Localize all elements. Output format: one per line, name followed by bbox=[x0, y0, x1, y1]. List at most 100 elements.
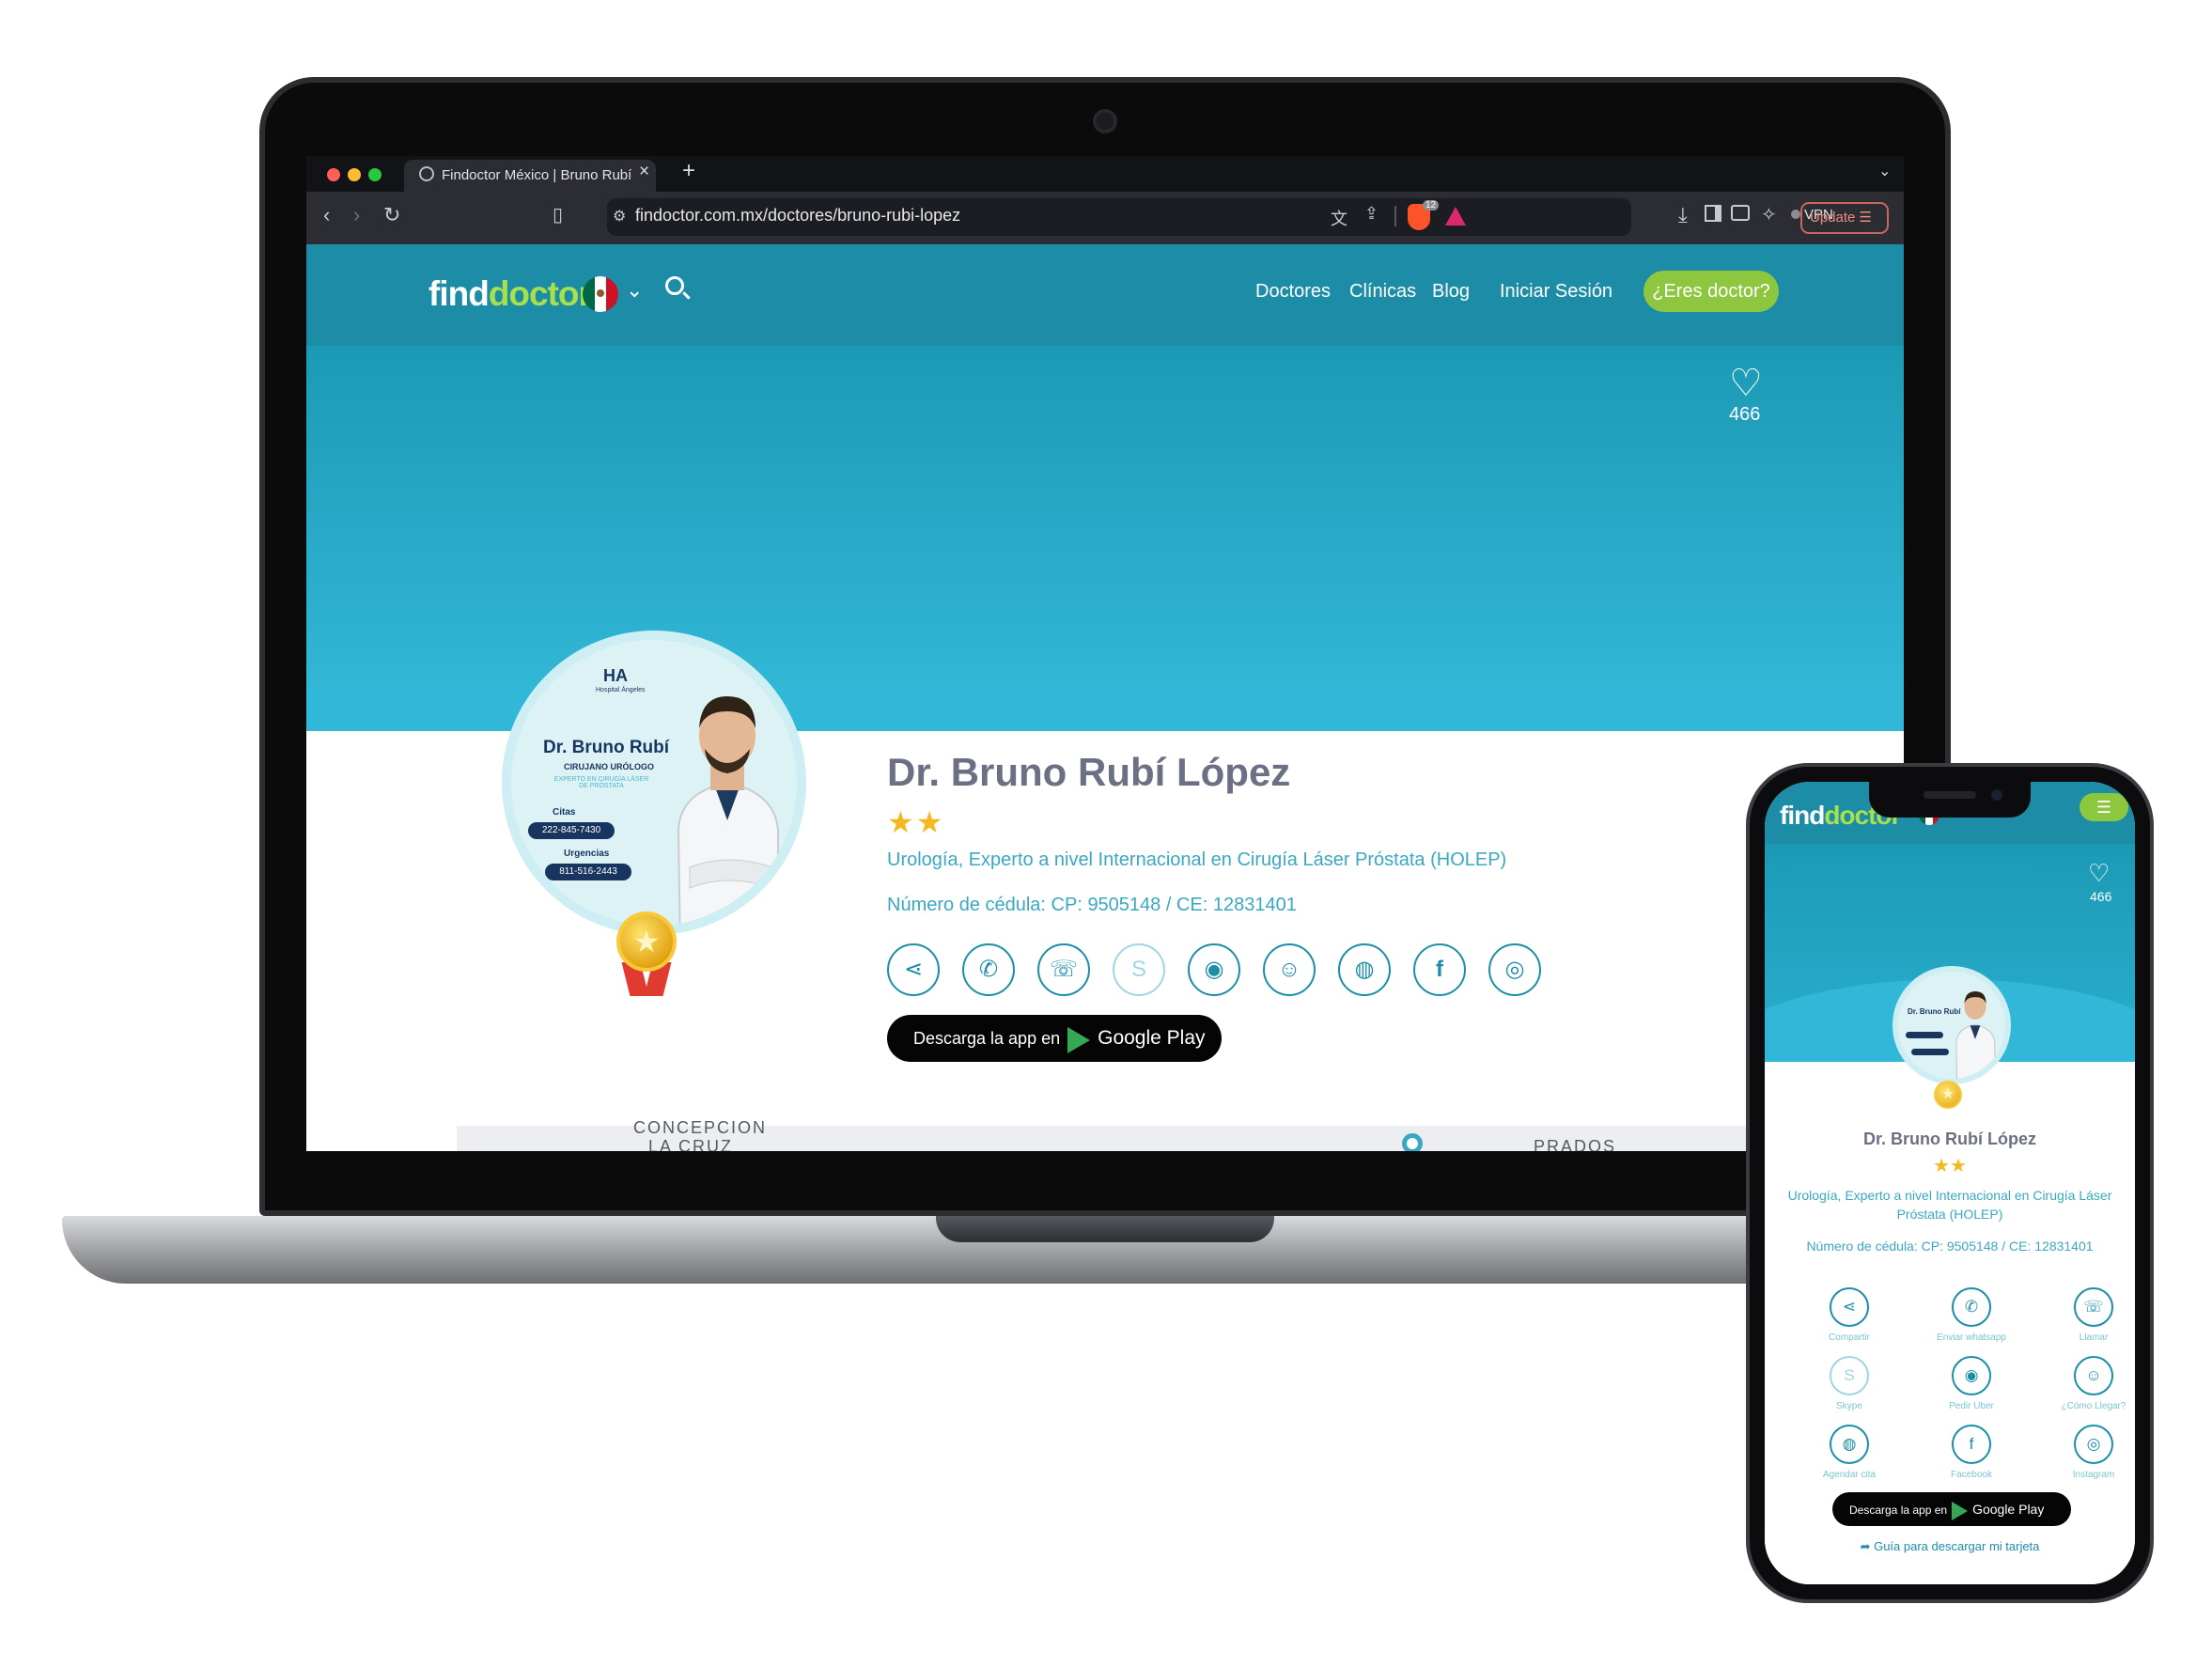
eres-doctor-button[interactable]: ¿Eres doctor? bbox=[1643, 271, 1779, 312]
phone-action-label: Instagram bbox=[2072, 1470, 2115, 1480]
phone-action-label: Compartir bbox=[1829, 1332, 1870, 1343]
shield-badge: 12 bbox=[1423, 200, 1440, 210]
map-pin-icon[interactable] bbox=[1402, 1133, 1423, 1151]
guide-label: Guía para descargar mi tarjeta bbox=[1874, 1539, 2040, 1553]
wallet-icon[interactable] bbox=[1731, 205, 1750, 221]
skype-button[interactable]: S bbox=[1113, 943, 1165, 996]
zoom-window-button[interactable] bbox=[368, 168, 382, 181]
waze-button[interactable]: ☺ bbox=[1263, 943, 1316, 996]
card-citas-phone: 222-845-7430 bbox=[528, 822, 615, 839]
chevron-down-icon[interactable]: ⌄ bbox=[1878, 162, 1891, 180]
mexico-flag-icon[interactable] bbox=[583, 276, 618, 312]
google-play-icon bbox=[1952, 1501, 1969, 1520]
card-urgencias-phone: 811-516-2443 bbox=[545, 864, 631, 880]
toolbar-divider bbox=[1394, 206, 1396, 226]
phone-action-facebook-button[interactable]: f bbox=[1952, 1425, 1991, 1464]
google-play-prefix: Descarga la app en bbox=[913, 1029, 1061, 1048]
phone-camera bbox=[1991, 789, 2002, 801]
doctor-photo bbox=[677, 696, 779, 926]
url-text[interactable]: findoctor.com.mx/doctores/bruno-rubi-lop… bbox=[635, 206, 960, 226]
logo-find: find bbox=[1780, 801, 1825, 830]
phone-doctor-photo bbox=[1955, 990, 1996, 1079]
doctor-cedula: Número de cédula: CP: 9505148 / CE: 1283… bbox=[887, 895, 1297, 915]
instagram-icon: ◎ bbox=[1504, 957, 1525, 982]
phone-action-uber-button[interactable]: ◉ bbox=[1952, 1356, 1991, 1395]
country-chevron-down-icon[interactable]: ⌄ bbox=[626, 278, 643, 303]
translate-icon[interactable]: 文 bbox=[1331, 206, 1347, 230]
nav-doctores[interactable]: Doctores bbox=[1255, 281, 1331, 303]
laptop-screen: Findoctor México | Bruno Rubí × + ⌄ ‹ › … bbox=[306, 156, 1904, 1151]
card-citas-label: Citas bbox=[553, 807, 576, 818]
search-icon[interactable] bbox=[665, 276, 684, 295]
nav-iniciar-sesion[interactable]: Iniciar Sesión bbox=[1500, 281, 1612, 303]
phone-likes-count: 466 bbox=[2090, 889, 2112, 904]
phone-action-skype-button[interactable]: S bbox=[1830, 1356, 1869, 1395]
phone-screen: finddoctor ☰ ♡ 466 Dr. Bruno Rubí ★ Dr. … bbox=[1765, 782, 2135, 1584]
close-window-button[interactable] bbox=[327, 168, 340, 181]
phone-heart-icon[interactable]: ♡ bbox=[2088, 859, 2110, 888]
heart-icon[interactable]: ♡ bbox=[1729, 365, 1763, 402]
nav-blog[interactable]: Blog bbox=[1432, 281, 1470, 303]
phone-action-label: Agendar cita bbox=[1822, 1470, 1877, 1480]
phone-action-whatsapp-button[interactable]: ✆ bbox=[1952, 1287, 1991, 1327]
hospital-logo-icon: HA bbox=[603, 666, 628, 685]
minimize-window-button[interactable] bbox=[348, 168, 361, 181]
gold-medal-icon: ★ bbox=[616, 911, 677, 972]
share-page-icon[interactable]: ⇪ bbox=[1364, 204, 1379, 224]
phone-action-share-button[interactable]: ⋖ bbox=[1830, 1287, 1869, 1327]
reload-icon[interactable]: ↻ bbox=[383, 203, 400, 227]
likes-count: 466 bbox=[1729, 404, 1761, 425]
facebook-button[interactable]: f bbox=[1413, 943, 1466, 996]
address-bar[interactable]: ⚙ findoctor.com.mx/doctores/bruno-rubi-l… bbox=[607, 198, 1631, 236]
doctor-specialty[interactable]: Urología, Experto a nivel Internacional … bbox=[887, 849, 1506, 871]
forward-icon[interactable]: › bbox=[353, 203, 360, 227]
phone-card-phone-pill bbox=[1906, 1032, 1943, 1038]
sidebar-icon[interactable] bbox=[1705, 205, 1721, 222]
facebook-icon: f bbox=[1436, 957, 1443, 982]
back-icon[interactable]: ‹ bbox=[323, 203, 330, 227]
leo-ai-icon[interactable]: ✧ bbox=[1761, 203, 1777, 227]
whatsapp-icon: ✆ bbox=[1964, 1298, 1979, 1316]
instagram-button[interactable]: ◎ bbox=[1488, 943, 1541, 996]
card-doctor-role: CIRUJANO URÓLOGO bbox=[564, 762, 655, 771]
share-button[interactable]: ⋖ bbox=[887, 943, 940, 996]
location-map[interactable]: CONCEPCION LA CRUZ PRADOS bbox=[457, 1118, 1904, 1151]
findoctor-logo[interactable]: finddoctor bbox=[428, 274, 592, 314]
instagram-icon: ◎ bbox=[2086, 1435, 2101, 1453]
card-urgencias-label: Urgencias bbox=[564, 849, 610, 859]
site-settings-icon[interactable]: ⚙ bbox=[613, 207, 626, 226]
tab-findoctor[interactable]: Findoctor México | Bruno Rubí bbox=[404, 160, 656, 192]
bookmark-icon[interactable]: ▯ bbox=[553, 203, 563, 227]
update-button[interactable]: Update ☰ bbox=[1800, 202, 1889, 234]
whatsapp-icon: ✆ bbox=[978, 957, 999, 982]
logo-find: find bbox=[428, 274, 490, 313]
phone-action-label: Pedir Uber bbox=[1949, 1401, 1994, 1411]
phone-menu-button[interactable]: ☰ bbox=[2080, 793, 2128, 821]
share-icon: ⋖ bbox=[903, 957, 924, 982]
browser-tab-bar: Findoctor México | Bruno Rubí × + ⌄ bbox=[306, 156, 1904, 192]
phone-doctor-avatar: Dr. Bruno Rubí bbox=[1893, 966, 2011, 1084]
phone-action-waze-button[interactable]: ☺ bbox=[2074, 1356, 2113, 1395]
phone-google-play-button[interactable]: Descarga la app en Google Play bbox=[1832, 1492, 2071, 1526]
call-button[interactable]: ☏ bbox=[1037, 943, 1090, 996]
google-play-icon bbox=[1067, 1026, 1091, 1053]
nav-clinicas[interactable]: Clínicas bbox=[1349, 281, 1416, 303]
phone-speaker bbox=[1924, 791, 1976, 799]
website-button[interactable]: ◍ bbox=[1338, 943, 1391, 996]
whatsapp-button[interactable]: ✆ bbox=[962, 943, 1015, 996]
new-tab-button[interactable]: + bbox=[682, 158, 695, 184]
phone-action-label: Facebook bbox=[1951, 1470, 1992, 1480]
download-icon[interactable]: ⤓ bbox=[1678, 203, 1688, 227]
laptop-notch bbox=[936, 1216, 1274, 1242]
phone-action-phone-button[interactable]: ☏ bbox=[2074, 1287, 2113, 1327]
rewards-icon[interactable] bbox=[1445, 207, 1466, 226]
phone-action-globe-button[interactable]: ◍ bbox=[1830, 1425, 1869, 1464]
google-play-button[interactable]: Descarga la app en Google Play bbox=[887, 1015, 1222, 1062]
phone-action-instagram-button[interactable]: ◎ bbox=[2074, 1425, 2113, 1464]
download-card-guide-link[interactable]: ➦ Guía para descargar mi tarjeta bbox=[1765, 1539, 2135, 1554]
phone-doctor-specialty[interactable]: Urología, Experto a nivel Internacional … bbox=[1774, 1186, 2126, 1223]
tab-close-icon[interactable]: × bbox=[639, 162, 649, 182]
uber-button[interactable]: ◉ bbox=[1188, 943, 1240, 996]
phone-action-label: Enviar whatsapp bbox=[1937, 1332, 2006, 1343]
phone-notch bbox=[1869, 782, 2031, 818]
